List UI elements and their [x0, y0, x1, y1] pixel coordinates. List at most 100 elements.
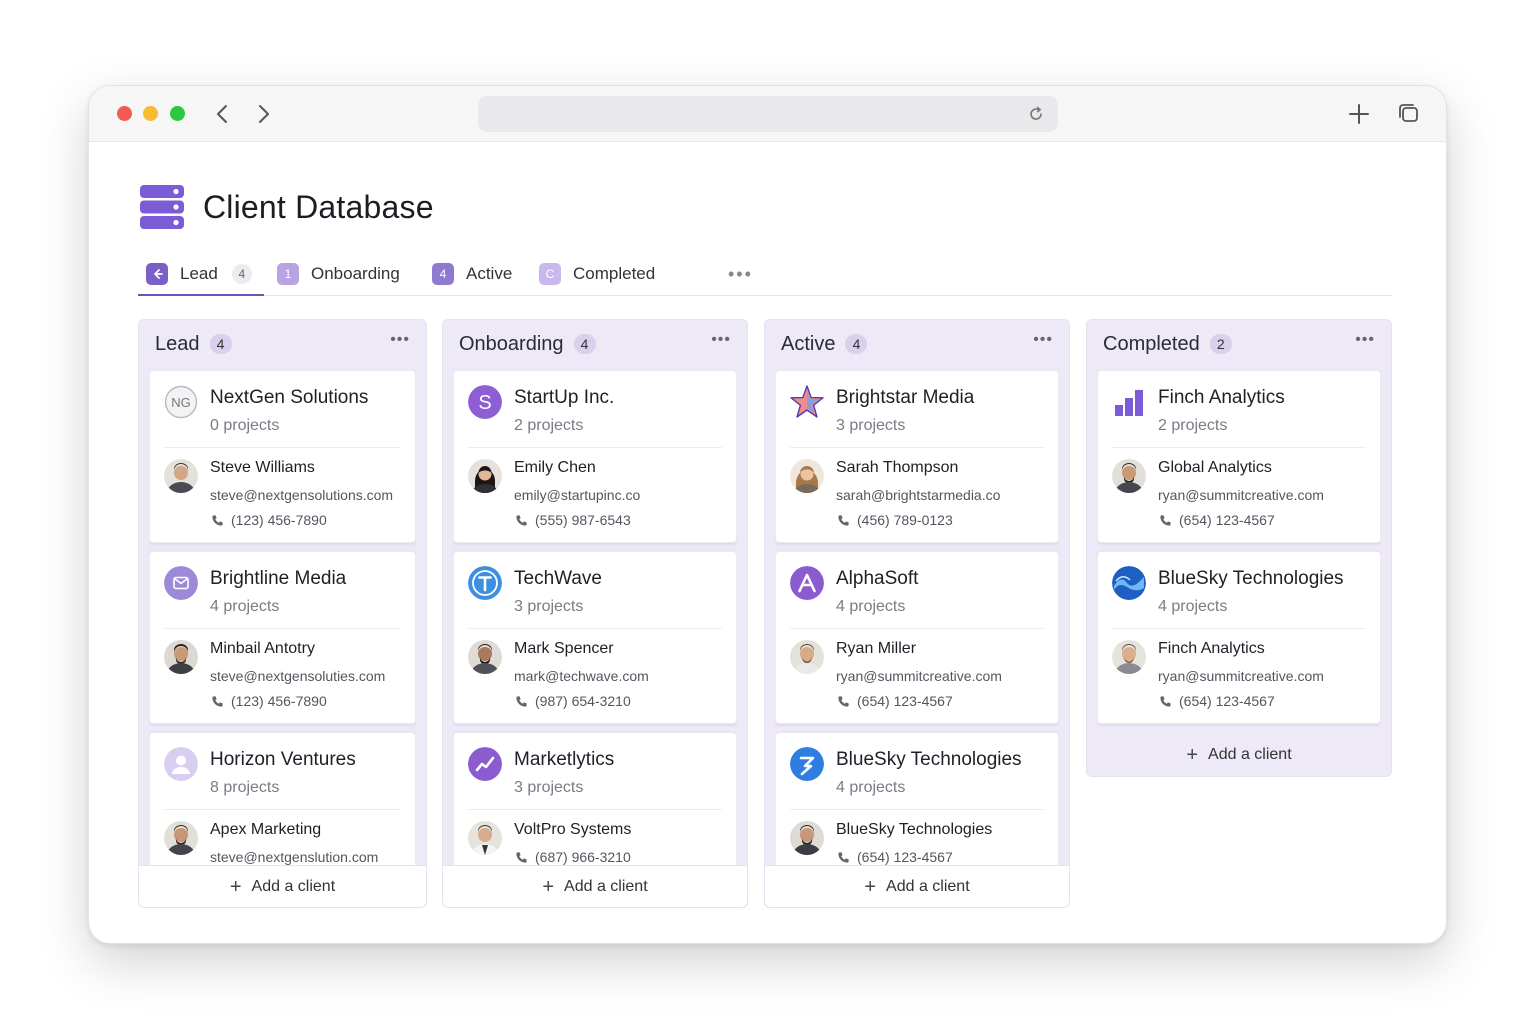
database-icon [140, 185, 184, 229]
forward-arrow-icon[interactable] [249, 100, 277, 128]
contact-email[interactable]: ryan@summitcreative.com [1158, 668, 1324, 684]
add-client-label: Add a client [251, 877, 336, 895]
back-arrow-icon[interactable] [209, 100, 237, 128]
phone-number: (687) 966-3210 [535, 849, 631, 865]
column-more-icon[interactable]: ••• [1033, 332, 1053, 348]
contact-phone[interactable]: (654) 123-4567 [836, 693, 953, 709]
more-tabs-icon[interactable]: ••• [728, 265, 753, 283]
phone-number: (555) 987-6543 [535, 512, 631, 528]
company-name: Brightline Media [210, 568, 347, 589]
add-client-button[interactable]: + Add a client [765, 865, 1069, 907]
contact-name: Finch Analytics [1158, 640, 1265, 657]
tab-completed[interactable]: C Completed [539, 260, 655, 288]
card-divider [164, 628, 401, 629]
browser-window: Client Database Lead 4 1 Onboarding 4 Ac… [88, 85, 1447, 944]
phone-icon [1160, 514, 1171, 526]
project-count: 4 projects [836, 598, 906, 615]
contact-phone[interactable]: (123) 456-7890 [210, 693, 327, 709]
column-header: Lead 4 [155, 332, 232, 356]
add-client-label: Add a client [564, 877, 648, 895]
contact-phone[interactable]: (687) 966-3210 [514, 849, 631, 865]
contact-avatar [1112, 459, 1146, 493]
contact-phone[interactable]: (654) 123-4567 [836, 849, 953, 865]
add-client-label: Add a client [1208, 746, 1292, 763]
tab-active[interactable]: 4 Active [432, 260, 512, 288]
project-count: 4 projects [836, 779, 906, 796]
phone-number: (654) 123-4567 [857, 849, 953, 865]
maximize-window-button[interactable] [170, 106, 185, 121]
company-name: Finch Analytics [1158, 387, 1285, 408]
phone-icon [838, 695, 849, 707]
column-count: 4 [573, 334, 596, 354]
column-more-icon[interactable]: ••• [711, 332, 731, 348]
client-card[interactable]: Horizon Ventures 8 projects Apex Marketi… [149, 732, 416, 865]
mail-logo-icon [164, 566, 198, 600]
company-name: AlphaSoft [836, 568, 919, 589]
contact-email[interactable]: ryan@summitcreative.com [836, 668, 1002, 684]
contact-avatar [164, 459, 198, 493]
contact-phone[interactable]: (456) 789-0123 [836, 512, 953, 528]
contact-email[interactable]: ryan@summitcreative.com [1158, 487, 1324, 503]
project-count: 3 projects [514, 779, 584, 796]
chart-trend-logo-icon [468, 747, 502, 781]
client-card[interactable]: Brightline Media 4 projects Minbail Anto… [149, 551, 416, 724]
project-count: 2 projects [1158, 417, 1228, 434]
card-list: Brightstar Media 3 projects Sarah Thomps… [775, 370, 1059, 865]
contact-phone[interactable]: (654) 123-4567 [1158, 693, 1275, 709]
client-card[interactable]: NG NextGen Solutions 0 projects Steve Wi… [149, 370, 416, 543]
contact-phone[interactable]: (987) 654-3210 [514, 693, 631, 709]
column-header: Onboarding 4 [459, 332, 596, 356]
column-more-icon[interactable]: ••• [390, 332, 410, 348]
lead-arrow-icon [146, 263, 168, 285]
reload-icon[interactable] [1026, 104, 1046, 124]
user-placeholder-icon [164, 747, 198, 781]
contact-phone[interactable]: (555) 987-6543 [514, 512, 631, 528]
tab-overview-icon[interactable] [1395, 100, 1423, 128]
contact-email[interactable]: steve@nextgensoluties.com [210, 668, 385, 684]
card-divider [468, 628, 722, 629]
contact-phone[interactable]: (654) 123-4567 [1158, 512, 1275, 528]
client-card[interactable]: AlphaSoft 4 projects Ryan Miller ryan@su… [775, 551, 1059, 724]
client-card[interactable]: TechWave 3 projects Mark Spencer mark@te… [453, 551, 737, 724]
page-header: Client Database [139, 182, 434, 232]
tab-onboarding[interactable]: 1 Onboarding [277, 260, 400, 288]
add-client-button[interactable]: + Add a client [139, 865, 426, 907]
close-window-button[interactable] [117, 106, 132, 121]
contact-email[interactable]: steve@nextgensolutions.com [210, 487, 393, 503]
contact-name: VoltPro Systems [514, 821, 632, 838]
project-count: 3 projects [514, 598, 584, 615]
project-count: 2 projects [514, 417, 584, 434]
client-card[interactable]: BlueSky Technologies 4 projects BlueSky … [775, 732, 1059, 865]
contact-email[interactable]: steve@nextgenslution.com [210, 849, 378, 865]
client-card[interactable]: BlueSky Technologies 4 projects Finch An… [1097, 551, 1381, 724]
column-title: Active [781, 332, 836, 355]
tab-label: Onboarding [311, 264, 400, 283]
phone-icon [212, 514, 223, 526]
client-card[interactable]: Finch Analytics 2 projects Global Analyt… [1097, 370, 1381, 543]
address-bar[interactable] [478, 96, 1058, 132]
plus-icon: + [542, 875, 555, 898]
contact-avatar [164, 640, 198, 674]
logo-text: S [478, 392, 491, 414]
contact-phone[interactable]: (123) 456-7890 [210, 512, 327, 528]
contact-email[interactable]: sarah@brightstarmedia.co [836, 487, 1000, 503]
client-card[interactable]: Brightstar Media 3 projects Sarah Thomps… [775, 370, 1059, 543]
company-name: TechWave [514, 568, 602, 589]
new-tab-plus-icon[interactable] [1345, 100, 1373, 128]
contact-avatar [164, 821, 198, 855]
contact-email[interactable]: mark@techwave.com [514, 668, 649, 684]
add-client-button[interactable]: + Add a client [1087, 734, 1391, 776]
client-card[interactable]: S StartUp Inc. 2 projects Emily Chen emi… [453, 370, 737, 543]
tab-lead[interactable]: Lead 4 [146, 260, 252, 288]
column-lead: Lead 4 ••• NG NextGen Solutions 0 projec… [138, 319, 427, 908]
column-more-icon[interactable]: ••• [1355, 332, 1375, 348]
minimize-window-button[interactable] [143, 106, 158, 121]
client-card[interactable]: Marketlytics 3 projects VoltPro Systems … [453, 732, 737, 865]
bluesky-logo-icon [790, 747, 824, 781]
contact-name: Apex Marketing [210, 821, 322, 838]
add-client-button[interactable]: + Add a client [443, 865, 747, 907]
column-count: 4 [209, 334, 232, 354]
browser-toolbar [89, 86, 1446, 142]
contact-email[interactable]: emily@startupinc.co [514, 487, 640, 503]
phone-number: (654) 123-4567 [857, 693, 953, 709]
